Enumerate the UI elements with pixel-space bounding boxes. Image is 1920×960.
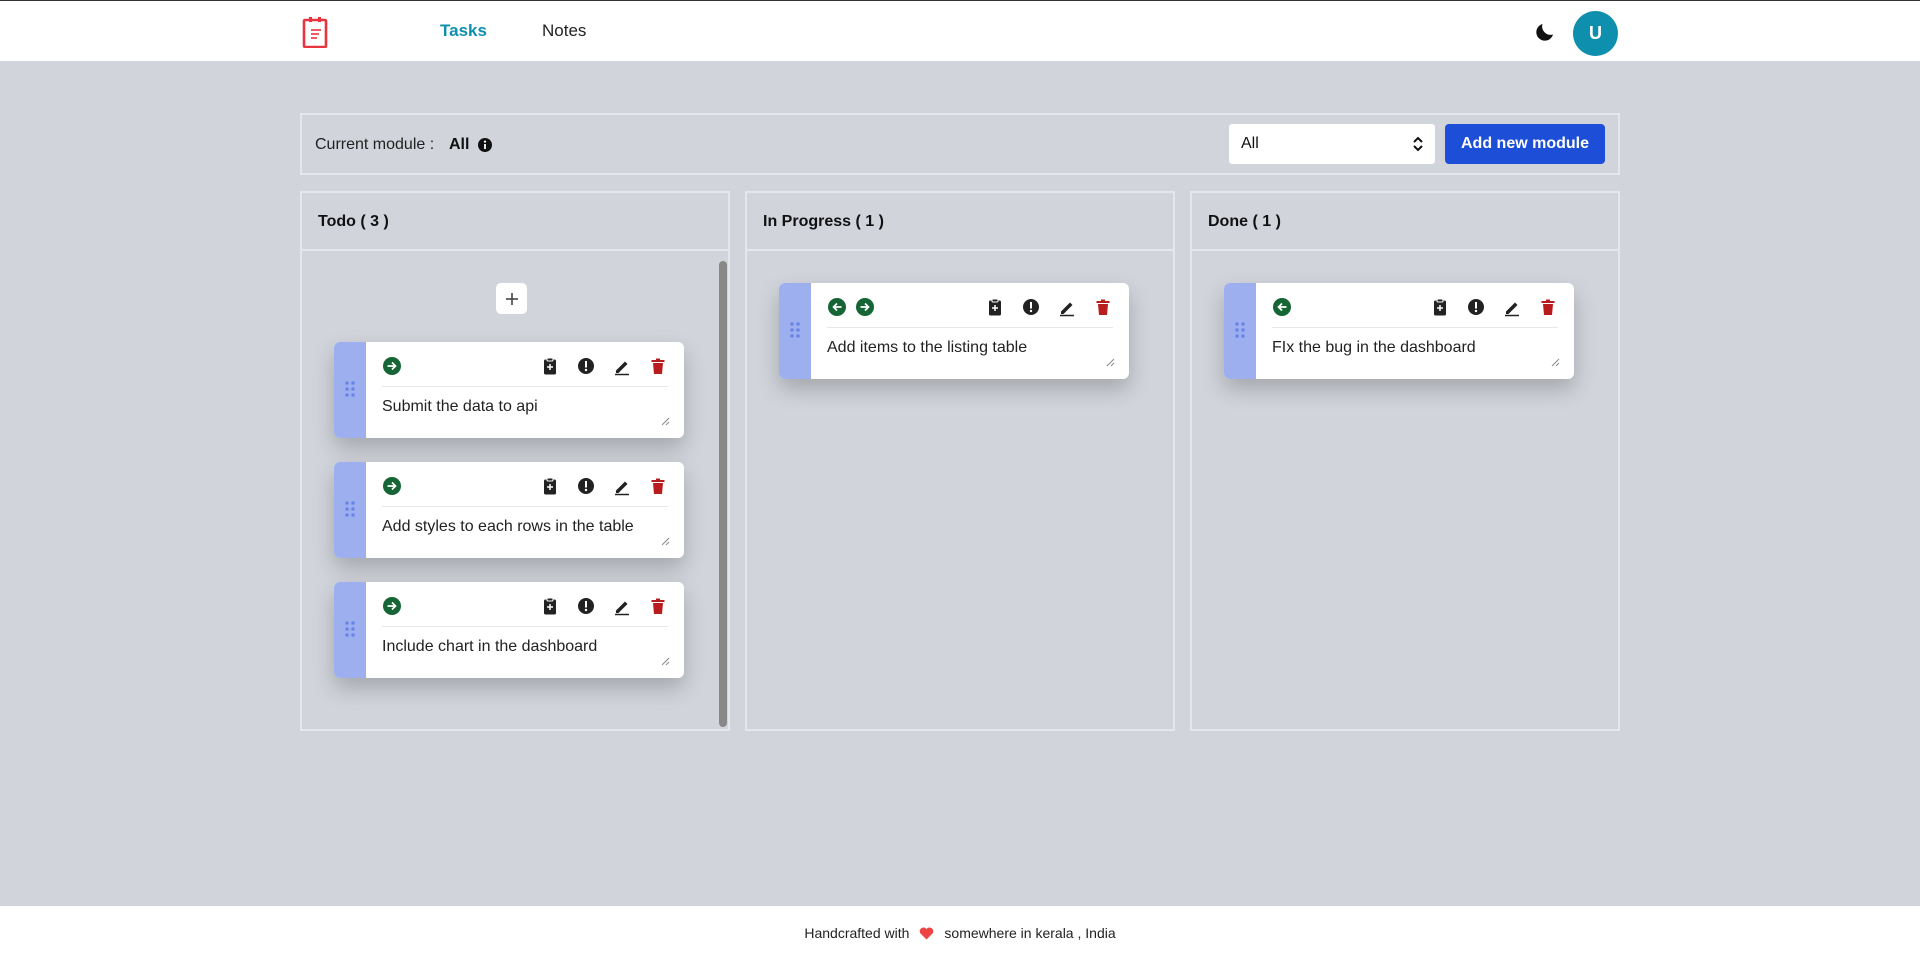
current-module-value: All [449, 136, 470, 153]
heart-icon [919, 927, 934, 940]
task-card[interactable]: Submit the data to api [334, 342, 684, 438]
column-title-in-progress: In Progress ( 1 ) [763, 213, 884, 230]
module-bar: Current module : All All Add new module [300, 113, 1620, 175]
alert-circle-icon[interactable] [576, 596, 596, 616]
footer-text-before: Handcrafted with [804, 925, 910, 941]
clipboard-plus-icon[interactable] [1430, 297, 1450, 317]
clipboard-plus-icon[interactable] [985, 297, 1005, 317]
current-module-label: Current module : [315, 136, 435, 153]
task-card[interactable]: FIx the bug in the dashboard [1224, 283, 1574, 379]
card-actions [366, 582, 684, 626]
resize-grip-icon[interactable] [1106, 358, 1115, 367]
column-done: Done ( 1 ) FIx the bug in the dashboard [1190, 191, 1620, 731]
resize-grip-icon[interactable] [661, 657, 670, 666]
drag-handle[interactable] [334, 462, 366, 558]
drag-dots-icon [345, 501, 355, 517]
resize-grip-icon[interactable] [661, 417, 670, 426]
scrollbar-thumb[interactable] [719, 261, 727, 727]
trash-icon[interactable] [1093, 297, 1113, 317]
column-title-done: Done ( 1 ) [1208, 213, 1281, 230]
task-card[interactable]: Include chart in the dashboard [334, 582, 684, 678]
column-header: Done ( 1 ) [1192, 193, 1618, 251]
task-card[interactable]: Add styles to each rows in the table [334, 462, 684, 558]
drag-dots-icon [345, 381, 355, 397]
top-navbar: Tasks Notes U [0, 0, 1920, 61]
drag-handle[interactable] [334, 342, 366, 438]
drag-handle[interactable] [1224, 283, 1256, 379]
trash-icon[interactable] [1538, 297, 1558, 317]
task-text[interactable]: Add items to the listing table [827, 339, 1027, 357]
alert-circle-icon[interactable] [576, 476, 596, 496]
drag-dots-icon [790, 322, 800, 338]
card-actions [811, 283, 1129, 327]
clipboard-plus-icon[interactable] [540, 596, 560, 616]
card-actions [366, 462, 684, 506]
drag-dots-icon [1235, 322, 1245, 338]
trash-icon[interactable] [648, 356, 668, 376]
trash-icon[interactable] [648, 476, 668, 496]
chevron-up-down-icon [1413, 136, 1423, 152]
alert-circle-icon[interactable] [576, 356, 596, 376]
pencil-icon[interactable] [612, 476, 632, 496]
card-divider [1272, 327, 1558, 328]
add-task-button[interactable] [496, 283, 527, 314]
drag-handle[interactable] [334, 582, 366, 678]
column-header: In Progress ( 1 ) [747, 193, 1173, 251]
info-icon[interactable] [477, 137, 493, 153]
moon-icon[interactable] [1533, 20, 1557, 44]
drag-dots-icon [345, 621, 355, 637]
card-actions [366, 342, 684, 386]
scrollbar[interactable] [717, 251, 728, 729]
pencil-icon[interactable] [1502, 297, 1522, 317]
footer-text-after: somewhere in kerala , India [944, 925, 1116, 941]
task-card[interactable]: Add items to the listing table [779, 283, 1129, 379]
card-divider [382, 626, 668, 627]
task-text[interactable]: Add styles to each rows in the table [382, 518, 634, 536]
task-text[interactable]: FIx the bug in the dashboard [1272, 339, 1476, 357]
module-select[interactable]: All [1229, 124, 1435, 164]
pencil-icon[interactable] [612, 356, 632, 376]
card-divider [827, 327, 1113, 328]
arrow-right-circle-icon[interactable] [382, 476, 402, 496]
resize-grip-icon[interactable] [661, 537, 670, 546]
trash-icon[interactable] [648, 596, 668, 616]
card-actions [1256, 283, 1574, 327]
module-select-value: All [1241, 135, 1259, 152]
alert-circle-icon[interactable] [1466, 297, 1486, 317]
resize-grip-icon[interactable] [1551, 358, 1560, 367]
column-title-todo: Todo ( 3 ) [318, 213, 389, 230]
arrow-right-circle-icon[interactable] [855, 297, 875, 317]
task-text[interactable]: Submit the data to api [382, 398, 538, 416]
card-divider [382, 386, 668, 387]
column-todo: Todo ( 3 ) Submit the data to api Add st… [300, 191, 730, 731]
column-header: Todo ( 3 ) [302, 193, 728, 251]
alert-circle-icon[interactable] [1021, 297, 1041, 317]
card-divider [382, 506, 668, 507]
add-new-module-button[interactable]: Add new module [1445, 124, 1605, 164]
clipboard-plus-icon[interactable] [540, 476, 560, 496]
pencil-icon[interactable] [1057, 297, 1077, 317]
arrow-right-circle-icon[interactable] [382, 356, 402, 376]
nav-tasks[interactable]: Tasks [440, 21, 487, 41]
arrow-left-circle-icon[interactable] [1272, 297, 1292, 317]
column-in-progress: In Progress ( 1 ) Add items to the listi… [745, 191, 1175, 731]
clipboard-plus-icon[interactable] [540, 356, 560, 376]
nav-notes[interactable]: Notes [542, 21, 586, 41]
pencil-icon[interactable] [612, 596, 632, 616]
user-avatar[interactable]: U [1573, 11, 1618, 56]
notepad-logo-icon[interactable] [302, 16, 328, 48]
footer: Handcrafted with somewhere in kerala , I… [0, 906, 1920, 960]
drag-handle[interactable] [779, 283, 811, 379]
plus-icon [505, 292, 518, 305]
arrow-right-circle-icon[interactable] [382, 596, 402, 616]
task-text[interactable]: Include chart in the dashboard [382, 638, 597, 656]
arrow-left-circle-icon[interactable] [827, 297, 847, 317]
